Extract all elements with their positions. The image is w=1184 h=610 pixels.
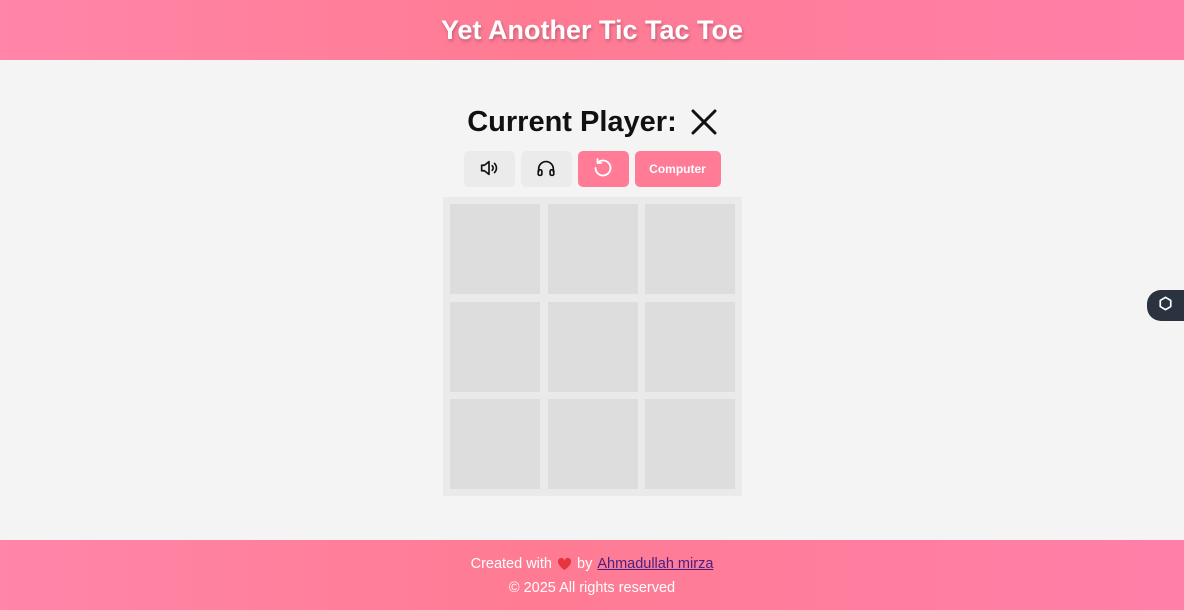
- speaker-icon: [478, 157, 500, 182]
- heart-icon: [557, 557, 572, 571]
- game-area: Current Player: Computer: [0, 60, 1184, 540]
- game-mode-button[interactable]: Computer: [634, 151, 721, 187]
- sound-toggle-button[interactable]: [463, 151, 515, 187]
- created-with-text: Created with: [470, 556, 552, 572]
- copyright-text: © 2025 All rights reserved: [508, 580, 676, 596]
- app-header: Yet Another Tic Tac Toe: [0, 0, 1184, 60]
- by-text: by: [577, 556, 593, 572]
- reset-button[interactable]: [577, 151, 629, 187]
- board-cell-1[interactable]: [450, 204, 540, 294]
- app-footer: Created with by Ahmadullah mirza © 2025 …: [0, 540, 1184, 610]
- player-status: Current Player:: [0, 102, 1184, 142]
- board-cell-8[interactable]: [547, 399, 638, 489]
- app-title: Yet Another Tic Tac Toe: [440, 14, 744, 45]
- headphones-icon: [535, 157, 557, 182]
- game-controls: Computer: [0, 151, 1184, 187]
- board-cell-2[interactable]: [547, 204, 638, 294]
- music-toggle-button[interactable]: [520, 151, 572, 187]
- footer-credit: Created with by Ahmadullah mirza: [0, 556, 1184, 572]
- board-cell-3[interactable]: [645, 204, 735, 294]
- hexagon-icon: [1158, 296, 1173, 316]
- board-cell-6[interactable]: [645, 301, 735, 392]
- board-cell-5[interactable]: [547, 301, 638, 392]
- floating-widget-button[interactable]: [1147, 290, 1184, 321]
- current-player-label: Current Player:: [467, 105, 677, 138]
- board-cell-4[interactable]: [450, 301, 540, 392]
- board-cell-9[interactable]: [645, 399, 735, 489]
- author-link[interactable]: Ahmadullah mirza: [597, 556, 713, 572]
- board-cell-7[interactable]: [450, 399, 540, 489]
- game-board: [443, 197, 742, 496]
- restart-icon: [591, 156, 615, 183]
- x-mark-icon: [691, 109, 717, 135]
